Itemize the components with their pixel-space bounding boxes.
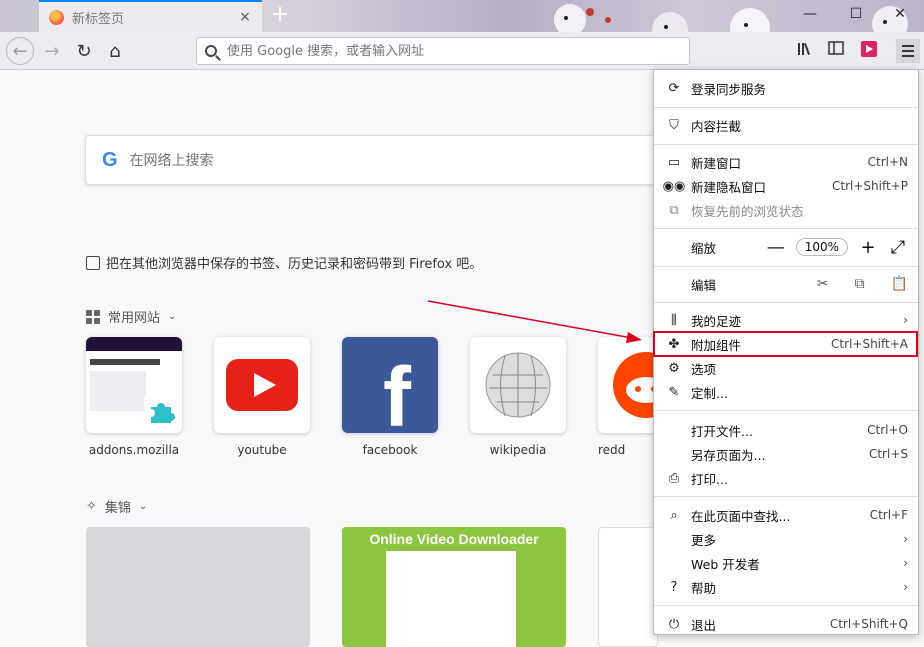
top-site-label: youtube bbox=[237, 443, 287, 457]
search-icon bbox=[205, 45, 217, 57]
chevron-down-icon: ⌄ bbox=[138, 501, 148, 512]
library-icon: ⫼ bbox=[671, 312, 677, 328]
menu-item-options[interactable]: ⚙ 选项 bbox=[654, 356, 918, 380]
highlights-label: 集锦 bbox=[104, 501, 131, 516]
google-icon: G bbox=[102, 148, 118, 171]
menu-item-find[interactable]: ⌕ 在此页面中查找... Ctrl+F bbox=[654, 503, 918, 527]
menu-item-web-developer[interactable]: Web 开发者 › bbox=[654, 551, 918, 575]
forward-button[interactable]: → bbox=[38, 37, 66, 65]
sidebar-icon[interactable] bbox=[826, 41, 846, 61]
url-bar[interactable] bbox=[196, 37, 690, 65]
zoom-label: 缩放 bbox=[691, 240, 717, 256]
menu-item-print[interactable]: ⎙ 打印... bbox=[654, 466, 918, 490]
new-tab-button[interactable]: + bbox=[268, 4, 292, 28]
chevron-right-icon: › bbox=[903, 313, 908, 327]
home-button[interactable]: ⌂ bbox=[101, 37, 129, 65]
menu-item-sync[interactable]: ⟳ 登录同步服务 bbox=[654, 76, 918, 100]
cut-icon[interactable]: ✂ bbox=[817, 276, 829, 292]
highlight-card-title: Online Video Downloader bbox=[369, 531, 539, 547]
menu-item-help[interactable]: ? 帮助 › bbox=[654, 575, 918, 599]
menu-item-new-private-window[interactable]: ◉◉ 新建隐私窗口 Ctrl+Shift+P bbox=[654, 174, 918, 198]
highlight-card-empty[interactable] bbox=[86, 527, 310, 647]
tab-close-icon[interactable]: × bbox=[238, 9, 252, 25]
back-button[interactable]: ← bbox=[6, 37, 34, 65]
top-sites-heading[interactable]: 常用网站 ⌄ bbox=[86, 307, 176, 326]
gear-icon: ⚙ bbox=[668, 360, 680, 376]
import-icon bbox=[86, 255, 100, 270]
top-site-addons[interactable]: addons.mozilla bbox=[86, 337, 182, 457]
top-site-label: facebook bbox=[362, 443, 418, 457]
import-banner[interactable]: 把在其他浏览器中保存的书签、历史记录和密码带到 Firefox 吧。 bbox=[86, 253, 482, 272]
firefox-logo-icon bbox=[49, 9, 64, 25]
menu-item-customize[interactable]: ✎ 定制... bbox=[654, 380, 918, 404]
private-mask-icon: ◉◉ bbox=[662, 178, 686, 194]
zoom-out-button[interactable]: — bbox=[766, 237, 786, 258]
grid-icon bbox=[86, 309, 100, 324]
minimize-button[interactable]: — bbox=[800, 6, 820, 22]
menu-item-open-file[interactable]: 打开文件... Ctrl+O bbox=[654, 418, 918, 442]
menu-item-more[interactable]: 更多 › bbox=[654, 527, 918, 551]
menu-item-new-window[interactable]: ▭ 新建窗口 Ctrl+N bbox=[654, 150, 918, 174]
maximize-button[interactable]: ☐ bbox=[846, 6, 866, 22]
addon-puzzle-icon bbox=[144, 395, 178, 429]
top-site-facebook[interactable]: f facebook bbox=[342, 337, 438, 457]
reload-button[interactable]: ↻ bbox=[70, 37, 98, 65]
menu-item-edit: 编辑 ✂ ⧉ 📋 bbox=[654, 272, 918, 296]
top-site-label: addons.mozilla bbox=[88, 443, 180, 457]
menu-item-quit[interactable]: ⏻ 退出 Ctrl+Shift+Q bbox=[654, 612, 918, 636]
youtube-logo-icon bbox=[226, 359, 298, 411]
paintbrush-icon: ✎ bbox=[668, 384, 680, 400]
url-input[interactable] bbox=[227, 43, 657, 59]
help-icon: ? bbox=[670, 579, 678, 595]
tab-new-tab[interactable]: 新标签页 × bbox=[39, 0, 262, 32]
restore-session-icon: ⧉ bbox=[669, 202, 679, 218]
top-site-label: wikipedia bbox=[489, 443, 547, 457]
close-window-button[interactable]: ✕ bbox=[890, 6, 910, 22]
menu-item-zoom: 缩放 — 100% + ⤢ bbox=[654, 234, 918, 260]
tab-title: 新标签页 bbox=[72, 11, 125, 27]
navigation-bar: ← → ↻ ⌂ bbox=[0, 32, 924, 70]
highlights-heading[interactable]: ✧ 集锦 ⌄ bbox=[86, 497, 147, 516]
edit-label: 编辑 bbox=[691, 277, 717, 293]
sync-icon: ⟳ bbox=[668, 80, 680, 96]
library-icon[interactable] bbox=[796, 41, 816, 61]
zoom-in-button[interactable]: + bbox=[858, 237, 878, 258]
top-site-youtube[interactable]: youtube bbox=[214, 337, 310, 457]
highlights-icon: ✧ bbox=[86, 499, 97, 514]
video-downloader-extension-icon[interactable] bbox=[859, 41, 879, 61]
printer-icon: ⎙ bbox=[668, 470, 680, 486]
top-sites-label: 常用网站 bbox=[108, 311, 161, 326]
fullscreen-button[interactable]: ⤢ bbox=[888, 237, 908, 258]
chevron-right-icon: › bbox=[903, 580, 908, 594]
menu-item-restore-session[interactable]: ⧉ 恢复先前的浏览状态 bbox=[654, 198, 918, 222]
menu-item-content-blocking[interactable]: ⛉ 内容拦截 bbox=[654, 113, 918, 137]
new-window-icon: ▭ bbox=[667, 154, 681, 170]
wikipedia-globe-icon bbox=[485, 352, 551, 418]
facebook-logo-icon: f bbox=[383, 350, 411, 433]
chevron-right-icon: › bbox=[903, 556, 908, 570]
web-search-box[interactable]: G 在网络上搜索 bbox=[85, 135, 665, 185]
power-icon: ⏻ bbox=[668, 616, 680, 632]
chevron-right-icon: › bbox=[903, 532, 908, 546]
shield-icon: ⛉ bbox=[669, 117, 679, 133]
search-icon: ⌕ bbox=[670, 507, 678, 523]
paste-icon[interactable]: 📋 bbox=[891, 276, 908, 292]
zoom-reset-button[interactable]: 100% bbox=[795, 238, 848, 256]
top-site-wikipedia[interactable]: wikipedia bbox=[470, 337, 566, 457]
menu-item-save-page[interactable]: 另存页面为... Ctrl+S bbox=[654, 442, 918, 466]
chevron-down-icon: ⌄ bbox=[168, 311, 177, 322]
highlight-card-third[interactable] bbox=[598, 527, 658, 647]
tab-bar: 新标签页 × + — ☐ ✕ bbox=[0, 0, 924, 48]
highlight-box-addons bbox=[653, 331, 918, 357]
import-text: 把在其他浏览器中保存的书签、历史记录和密码带到 Firefox 吧。 bbox=[106, 257, 483, 272]
highlight-card-video-downloader[interactable]: Online Video Downloader bbox=[342, 527, 566, 647]
search-placeholder: 在网络上搜索 bbox=[129, 153, 214, 169]
menu-item-library[interactable]: ⫼ 我的足迹 › bbox=[654, 308, 918, 332]
hamburger-menu-button[interactable] bbox=[896, 39, 920, 63]
copy-icon[interactable]: ⧉ bbox=[855, 276, 865, 292]
